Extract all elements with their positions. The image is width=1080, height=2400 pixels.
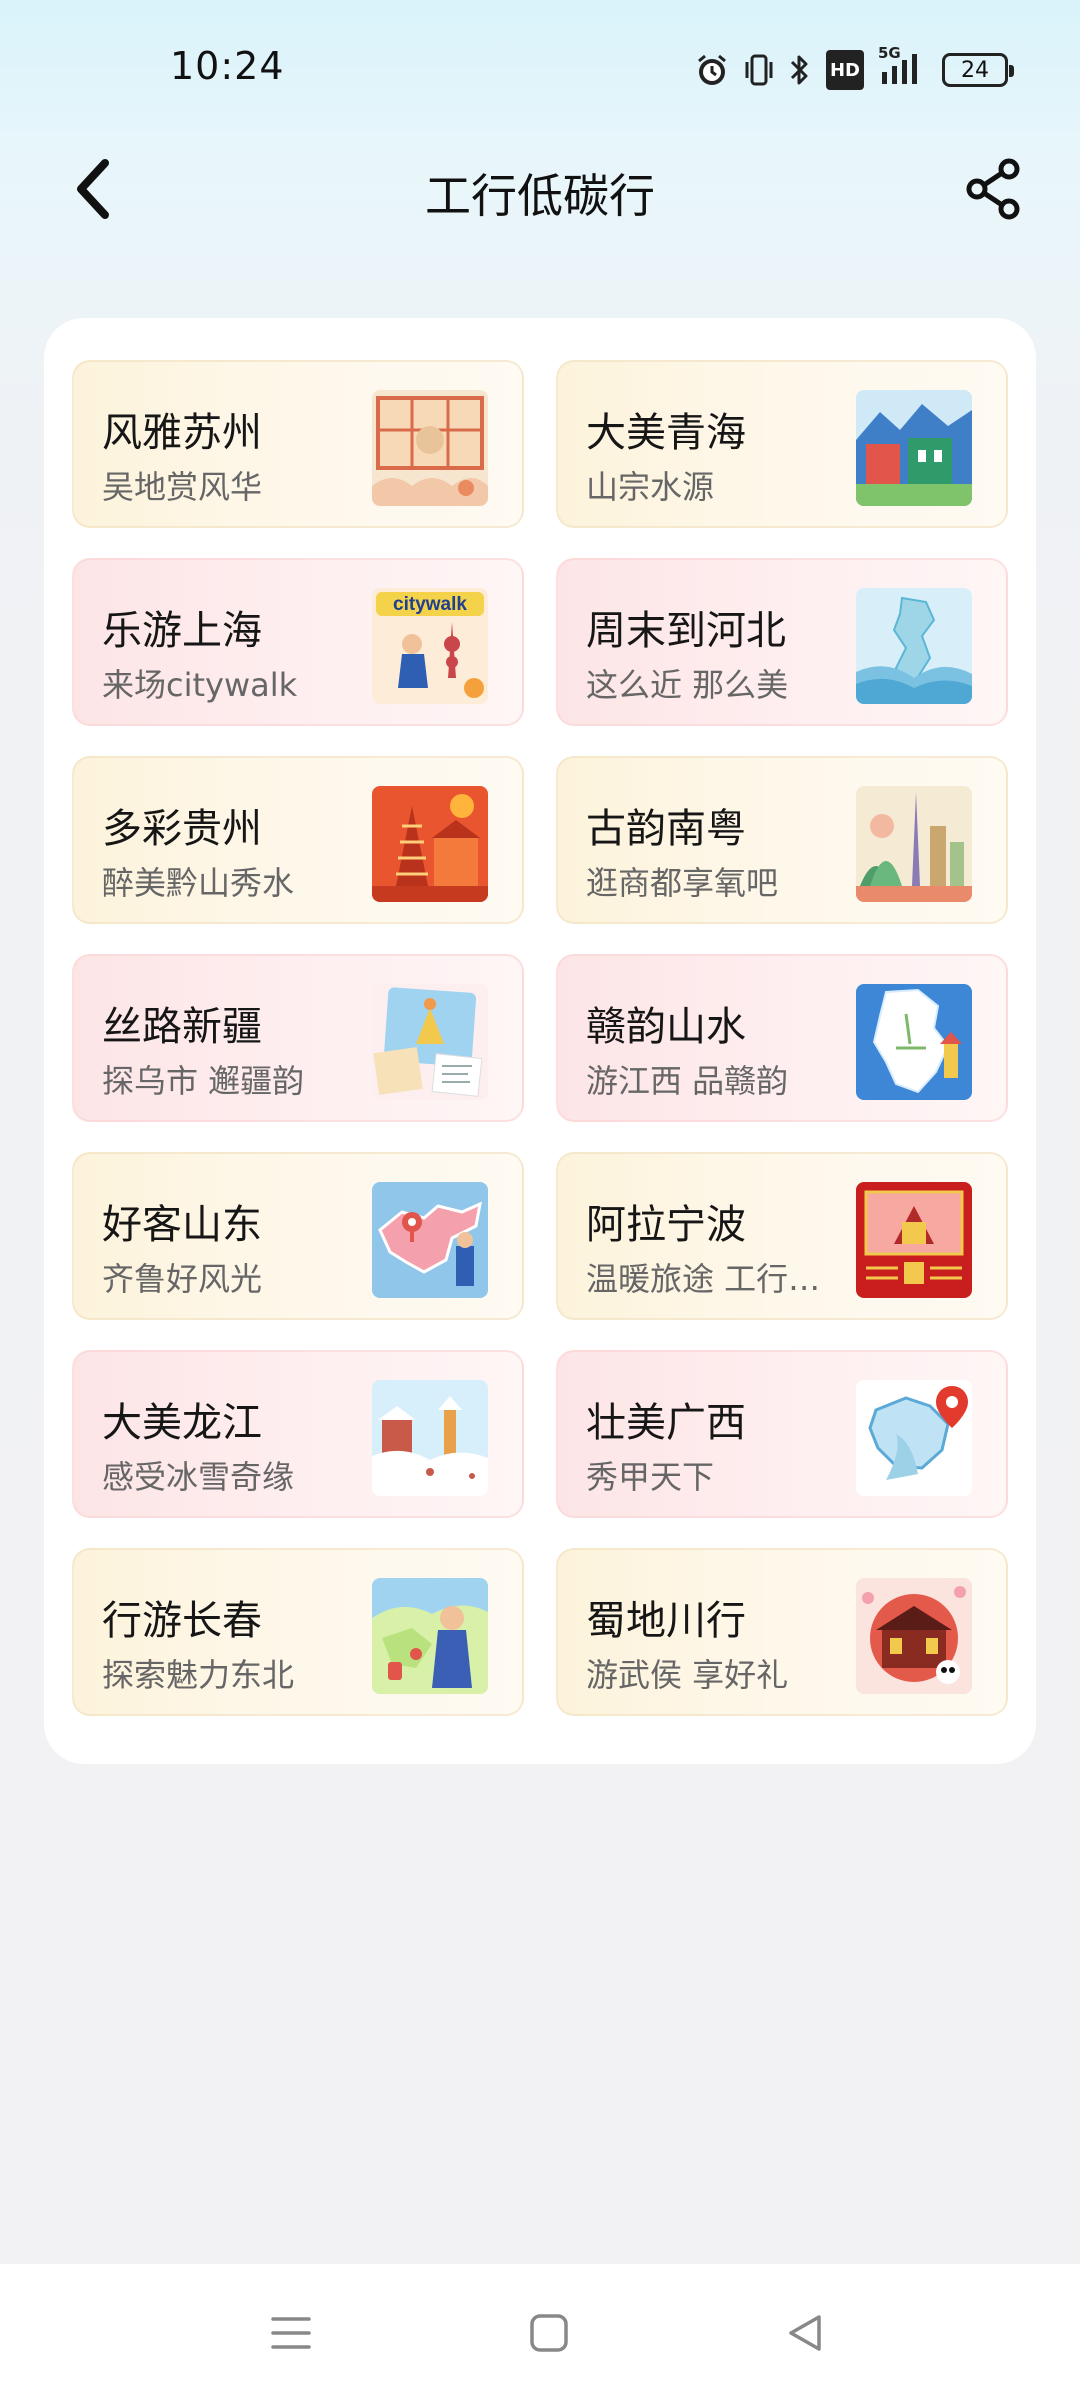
card-shanghai[interactable]: 乐游上海 来场citywalk citywalk bbox=[72, 558, 524, 726]
card-title: 蜀地川行 bbox=[586, 1598, 746, 1644]
battery-icon: 24 bbox=[942, 53, 1014, 87]
hd-badge: HD bbox=[825, 50, 864, 90]
destination-grid: 风雅苏州 吴地赏风华 大美青海 山宗水源 乐游上海 来场citywalk cit… bbox=[72, 360, 1008, 1716]
card-title: 行游长春 bbox=[102, 1598, 262, 1644]
card-title: 乐游上海 bbox=[102, 608, 262, 654]
hebei-map-illustration-icon bbox=[856, 588, 972, 704]
page-title: 工行低碳行 bbox=[425, 169, 655, 223]
header-bar: 工行低碳行 bbox=[0, 140, 1080, 240]
card-guangxi[interactable]: 壮美广西 秀甲天下 bbox=[556, 1350, 1008, 1518]
card-title: 赣韵山水 bbox=[586, 1004, 746, 1050]
signal-icon: 5G bbox=[878, 44, 928, 90]
card-subtitle: 逛商都享氧吧 bbox=[586, 864, 779, 902]
card-subtitle: 这么近 那么美 bbox=[586, 666, 789, 704]
shandong-map-illustration-icon bbox=[372, 1182, 488, 1298]
back-nav-button[interactable] bbox=[770, 2298, 840, 2368]
square-icon bbox=[530, 2314, 568, 2352]
status-bar: 10:24 HD 5G 24 bbox=[0, 0, 1080, 140]
home-button[interactable] bbox=[514, 2298, 584, 2368]
card-ningbo[interactable]: 阿拉宁波 温暖旅途 工行… bbox=[556, 1152, 1008, 1320]
card-subtitle: 齐鲁好风光 bbox=[102, 1260, 263, 1298]
card-subtitle: 吴地赏风华 bbox=[102, 468, 263, 506]
card-changchun[interactable]: 行游长春 探索魅力东北 bbox=[72, 1548, 524, 1716]
card-title: 好客山东 bbox=[102, 1202, 262, 1248]
recents-button[interactable] bbox=[256, 2298, 326, 2368]
ningbo-illustration-icon bbox=[856, 1182, 972, 1298]
card-guizhou[interactable]: 多彩贵州 醉美黔山秀水 bbox=[72, 756, 524, 924]
card-subtitle: 游武侯 享好礼 bbox=[586, 1656, 789, 1694]
card-title: 大美龙江 bbox=[102, 1400, 262, 1446]
system-nav-bar bbox=[0, 2264, 1080, 2400]
menu-icon bbox=[271, 2317, 311, 2349]
card-hebei[interactable]: 周末到河北 这么近 那么美 bbox=[556, 558, 1008, 726]
card-title: 多彩贵州 bbox=[102, 806, 262, 852]
card-subtitle: 醉美黔山秀水 bbox=[102, 864, 295, 902]
card-subtitle: 秀甲天下 bbox=[586, 1458, 715, 1496]
card-title: 大美青海 bbox=[586, 410, 746, 456]
card-title: 古韵南粤 bbox=[586, 806, 746, 852]
suzhou-illustration-icon bbox=[372, 390, 488, 506]
card-shandong[interactable]: 好客山东 齐鲁好风光 bbox=[72, 1152, 524, 1320]
battery-level: 24 bbox=[961, 57, 989, 83]
status-time: 10:24 bbox=[170, 44, 285, 88]
card-title: 阿拉宁波 bbox=[586, 1202, 746, 1248]
guangdong-illustration-icon bbox=[856, 786, 972, 902]
triangle-back-icon bbox=[789, 2315, 821, 2351]
guangxi-map-illustration-icon bbox=[856, 1380, 972, 1496]
sichuan-illustration-icon bbox=[856, 1578, 972, 1694]
share-button[interactable] bbox=[956, 152, 1030, 226]
card-xinjiang[interactable]: 丝路新疆 探乌市 邂疆韵 bbox=[72, 954, 524, 1122]
citywalk-logo-text: citywalk bbox=[393, 594, 467, 615]
changchun-illustration-icon bbox=[372, 1578, 488, 1694]
vibrate-icon bbox=[744, 50, 774, 90]
card-jiangxi[interactable]: 赣韵山水 游江西 品赣韵 bbox=[556, 954, 1008, 1122]
card-title: 风雅苏州 bbox=[102, 410, 262, 456]
card-subtitle: 探索魅力东北 bbox=[102, 1656, 295, 1694]
card-sichuan[interactable]: 蜀地川行 游武侯 享好礼 bbox=[556, 1548, 1008, 1716]
card-title: 壮美广西 bbox=[586, 1400, 746, 1446]
network-label: 5G bbox=[878, 44, 901, 62]
card-suzhou[interactable]: 风雅苏州 吴地赏风华 bbox=[72, 360, 524, 528]
xinjiang-illustration-icon bbox=[372, 984, 488, 1100]
card-subtitle: 感受冰雪奇缘 bbox=[102, 1458, 295, 1496]
card-title: 周末到河北 bbox=[586, 608, 786, 654]
card-guangdong[interactable]: 古韵南粤 逛商都享氧吧 bbox=[556, 756, 1008, 924]
bluetooth-icon bbox=[788, 50, 812, 90]
heilongjiang-snow-illustration-icon bbox=[372, 1380, 488, 1496]
card-subtitle: 来场citywalk bbox=[102, 666, 298, 704]
card-subtitle: 山宗水源 bbox=[586, 468, 715, 506]
status-icons: HD 5G 24 bbox=[694, 44, 1014, 92]
qinghai-illustration-icon bbox=[856, 390, 972, 506]
alarm-icon bbox=[694, 50, 730, 90]
card-subtitle: 探乌市 邂疆韵 bbox=[102, 1062, 305, 1100]
card-heilongjiang[interactable]: 大美龙江 感受冰雪奇缘 bbox=[72, 1350, 524, 1518]
card-qinghai[interactable]: 大美青海 山宗水源 bbox=[556, 360, 1008, 528]
jiangxi-map-illustration-icon bbox=[856, 984, 972, 1100]
shanghai-citywalk-illustration-icon: citywalk bbox=[372, 588, 488, 704]
destination-panel: 风雅苏州 吴地赏风华 大美青海 山宗水源 乐游上海 来场citywalk cit… bbox=[44, 318, 1036, 1764]
card-title: 丝路新疆 bbox=[102, 1004, 262, 1050]
guizhou-illustration-icon bbox=[372, 786, 488, 902]
card-subtitle: 游江西 品赣韵 bbox=[586, 1062, 789, 1100]
card-subtitle: 温暖旅途 工行… bbox=[586, 1260, 821, 1298]
share-icon bbox=[966, 158, 1020, 220]
